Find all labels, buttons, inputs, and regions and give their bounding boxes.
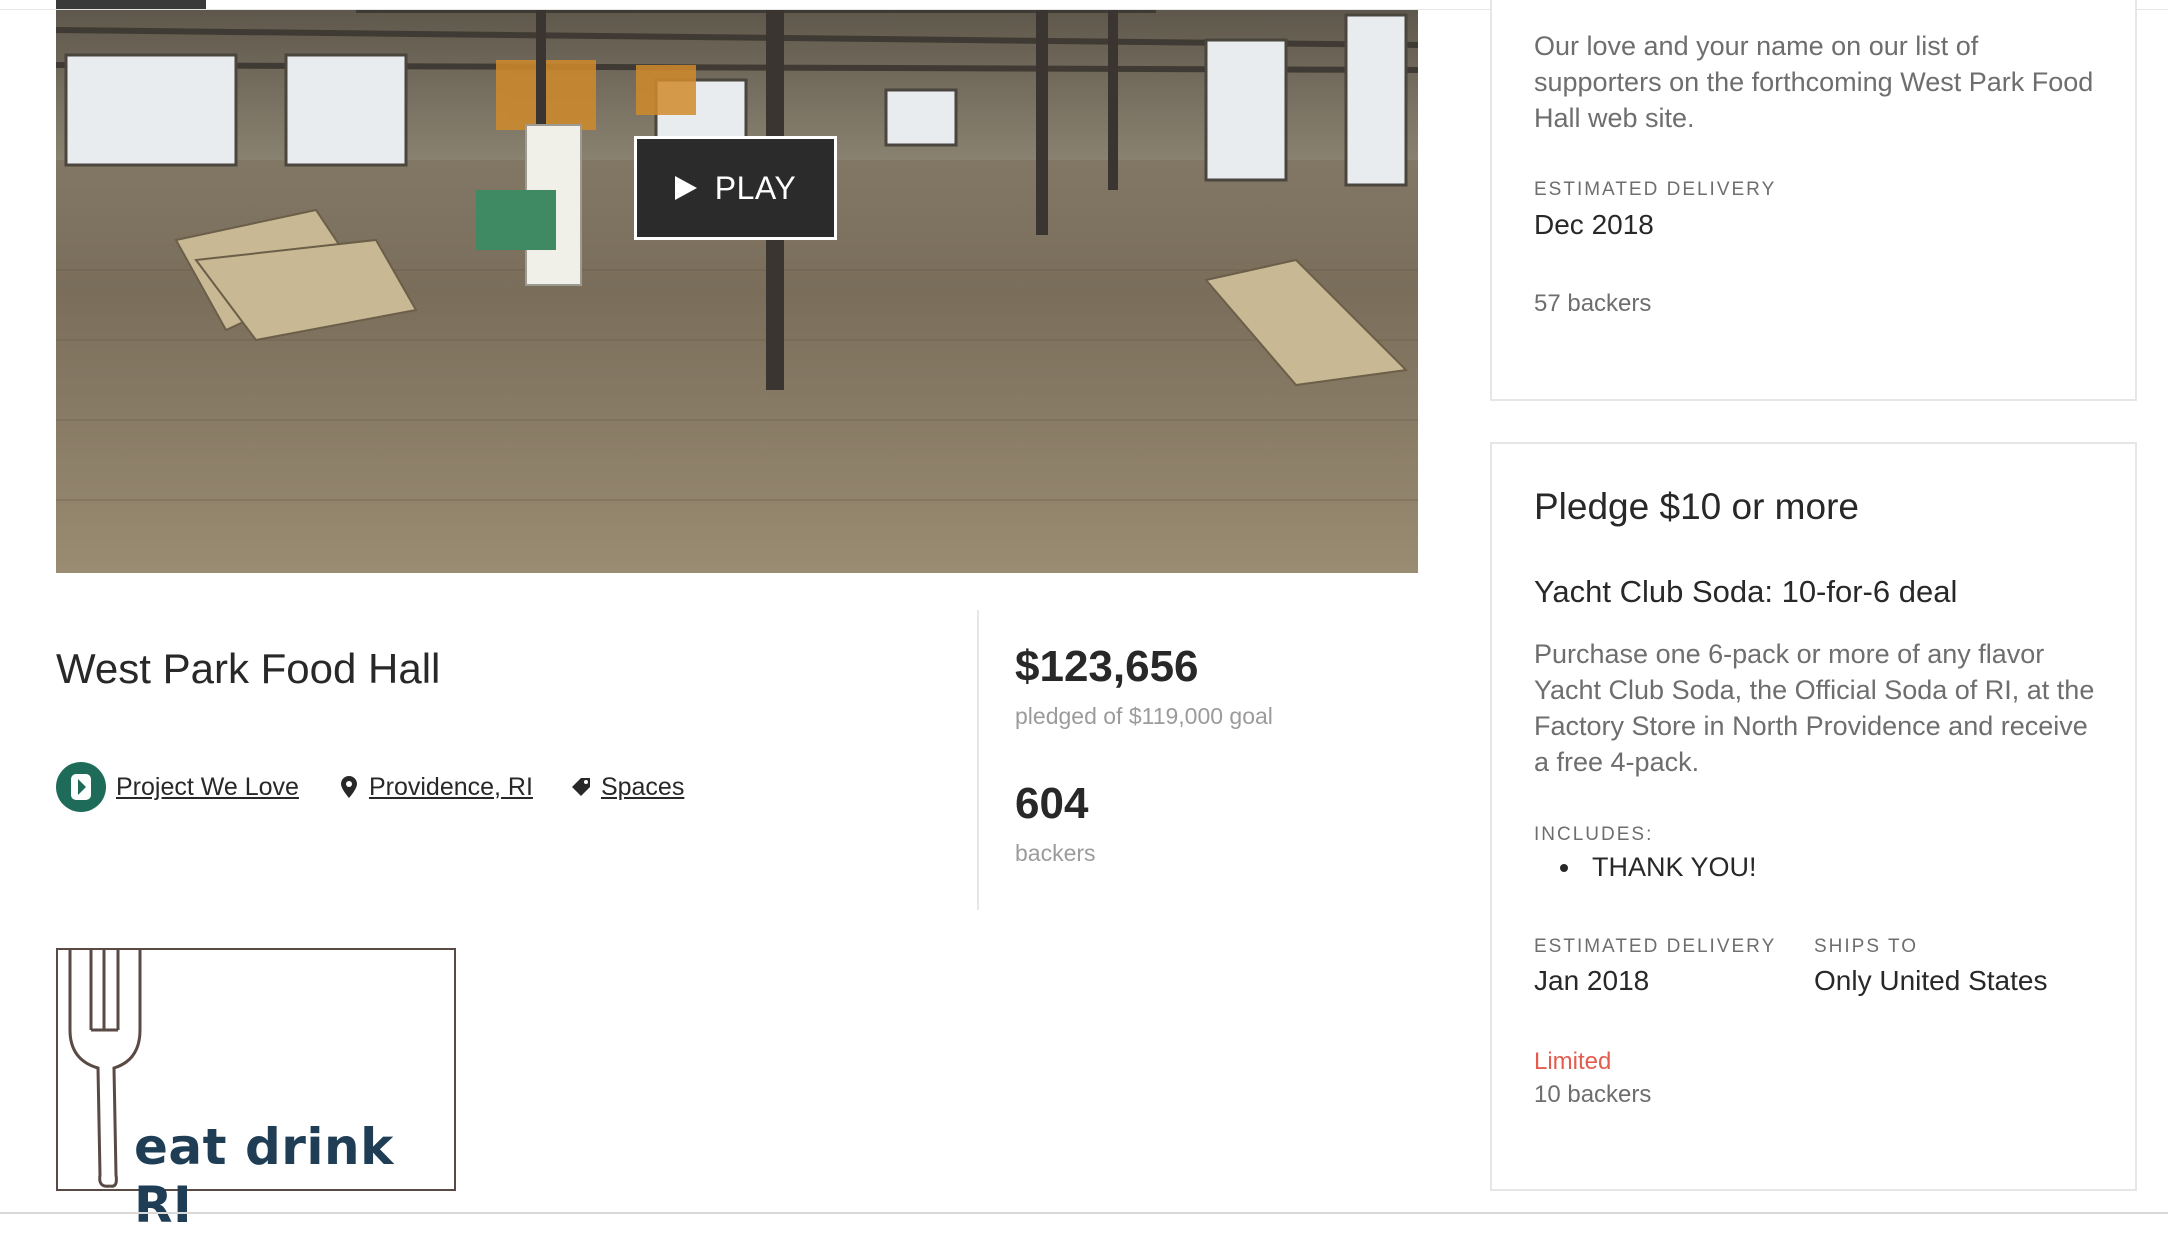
play-label: PLAY: [714, 169, 797, 206]
eat-drink-ri-logo: eat drink RI: [56, 948, 456, 1234]
project-meta: Project We Love Providence, RI Spaces: [56, 762, 684, 812]
category-link[interactable]: Spaces: [601, 773, 684, 802]
stats-divider: [977, 610, 979, 910]
location-link[interactable]: Providence, RI: [369, 773, 533, 802]
funding-stats: $123,656 pledged of $119,000 goal 604 ba…: [1015, 645, 1273, 867]
backers-count: 604: [1015, 779, 1089, 828]
reward-card[interactable]: Our love and your name on our list of su…: [1490, 0, 2137, 401]
play-icon: [674, 176, 697, 200]
play-button[interactable]: PLAY: [634, 136, 837, 240]
reward-title: Yacht Club Soda: 10-for-6 deal: [1534, 574, 1958, 609]
active-tab-indicator: [56, 0, 206, 9]
pledge-amount: Pledge $10 or more: [1534, 486, 1859, 527]
estimated-delivery-label: ESTIMATED DELIVERY: [1534, 179, 1777, 200]
reward-description: Our love and your name on our list of su…: [1534, 31, 2094, 133]
reward-description: Purchase one 6-pack or more of any flavo…: [1534, 639, 2095, 777]
limited-badge: Limited: [1534, 1048, 1612, 1075]
ships-to-value: Only United States: [1814, 965, 2048, 996]
bullet-icon: [1560, 863, 1568, 872]
estimated-delivery-value: Jan 2018: [1534, 965, 1650, 996]
pledged-goal-text: pledged of $119,000 goal: [1015, 703, 1273, 729]
backers-label: backers: [1015, 840, 1096, 866]
includes-item-text: THANK YOU!: [1592, 852, 1757, 882]
video-thumbnail: [56, 10, 1418, 573]
location-pin-icon: [340, 776, 357, 798]
ships-to-label: SHIPS TO: [1814, 936, 1918, 957]
bottom-divider: [0, 1212, 2168, 1214]
project-we-love-link[interactable]: Project We Love: [116, 773, 299, 802]
includes-item: THANK YOU!: [1534, 852, 2095, 883]
reward-backers: 10 backers: [1534, 1081, 1652, 1108]
project-title: West Park Food Hall: [56, 645, 441, 692]
estimated-delivery-label: ESTIMATED DELIVERY: [1534, 936, 1777, 957]
category-tag-icon: [571, 778, 590, 796]
reward-backers: 57 backers: [1534, 290, 1652, 317]
reward-card[interactable]: Pledge $10 or more Yacht Club Soda: 10-f…: [1490, 442, 2137, 1191]
project-video[interactable]: PLAY: [56, 10, 1418, 573]
pledged-amount: $123,656: [1015, 642, 1199, 691]
estimated-delivery-value: Dec 2018: [1534, 209, 1654, 240]
includes-label: INCLUDES:: [1534, 824, 1654, 845]
logo-text: eat drink RI: [134, 1118, 394, 1234]
project-we-love-icon: [56, 762, 106, 812]
